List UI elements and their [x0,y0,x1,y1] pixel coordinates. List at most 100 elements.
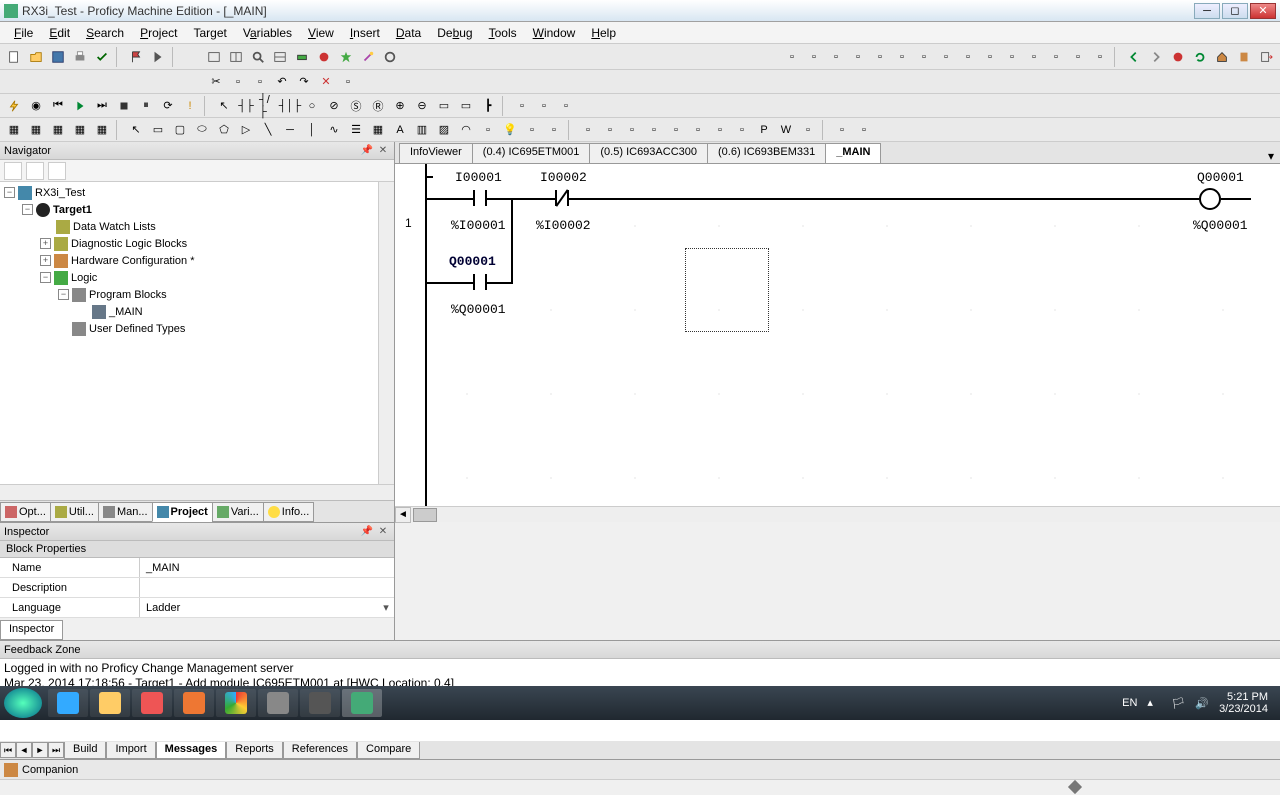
nav-15-icon[interactable]: ▫ [1090,47,1110,67]
table-icon[interactable]: ▦ [368,120,388,140]
task-chrome[interactable] [216,689,256,717]
menu-debug[interactable]: Debug [429,24,480,42]
task-ie[interactable] [48,689,88,717]
coil-q1[interactable] [1199,188,1221,210]
ld-tool1-icon[interactable]: ▫ [512,96,532,116]
nav-6-icon[interactable]: ▫ [892,47,912,67]
companion-bar[interactable]: Companion [0,759,1280,779]
tab-acc300[interactable]: (0.5) IC693ACC300 [589,143,708,163]
cell-selection[interactable] [685,248,769,332]
flag-icon[interactable] [126,47,146,67]
contact-no-q1[interactable] [473,274,487,290]
align8-icon[interactable]: ▫ [732,120,752,140]
tray-lang[interactable]: EN [1122,697,1137,709]
tree-programblocks[interactable]: Program Blocks [89,289,167,301]
task-proficy[interactable] [342,689,382,717]
menu-project[interactable]: Project [132,24,185,42]
hscroll-thumb[interactable] [413,508,437,522]
lightning-icon[interactable] [4,96,24,116]
hline-icon[interactable]: ─ [280,120,300,140]
tray-chevron-icon[interactable]: ▴ [1147,696,1161,710]
fb-prev-icon[interactable]: ◄ [16,742,32,758]
save-icon[interactable] [48,47,68,67]
task-app3[interactable] [300,689,340,717]
system-tray[interactable]: EN ▴ 🏳 🔊 5:21 PM 3/23/2014 [1122,691,1276,715]
contact-nc-icon[interactable]: ┤/├ [258,96,278,116]
menu-target[interactable]: Target [185,24,234,42]
align1-icon[interactable]: ▫ [578,120,598,140]
tab-bem331[interactable]: (0.6) IC693BEM331 [707,143,826,163]
ellipse-icon[interactable]: ⬭ [192,120,212,140]
arc-icon[interactable]: ◠ [456,120,476,140]
roundrect-icon[interactable]: ▢ [170,120,190,140]
bulb-icon[interactable]: 💡 [500,120,520,140]
menu-variables[interactable]: Variables [235,24,300,42]
tree-project[interactable]: RX3i_Test [35,187,85,199]
ladder-editor[interactable]: 1 I00001 I00002 Q00001 %I00001 %I00002 %… [395,164,1280,506]
align3-icon[interactable]: ▫ [622,120,642,140]
exit-icon[interactable] [1256,47,1276,67]
play-icon[interactable] [70,96,90,116]
navtab-variables[interactable]: Vari... [212,502,264,522]
reload-icon[interactable]: ⟳ [158,96,178,116]
nav-11-icon[interactable]: ▫ [1002,47,1022,67]
misc2-icon[interactable]: ▫ [854,120,874,140]
nav-view1-icon[interactable] [4,162,22,180]
nav-4-icon[interactable]: ▫ [848,47,868,67]
tree-main[interactable]: _MAIN [109,306,143,318]
menu-search[interactable]: Search [78,24,132,42]
prop-name-val[interactable]: _MAIN [140,562,394,574]
tray-clock[interactable]: 5:21 PM 3/23/2014 [1219,691,1268,715]
gear-icon[interactable] [380,47,400,67]
polygon-icon[interactable]: ⬠ [214,120,234,140]
back-icon[interactable] [1124,47,1144,67]
fbtab-build[interactable]: Build [64,742,106,759]
print-icon[interactable] [70,47,90,67]
window3-icon[interactable] [270,47,290,67]
inspector-tab[interactable]: Inspector [0,620,63,640]
grid4-icon[interactable]: ▦ [70,120,90,140]
misc1-icon[interactable]: ▫ [832,120,852,140]
insp-close-icon[interactable]: ✕ [376,525,390,539]
tree-target[interactable]: Target1 [53,204,92,216]
menu-insert[interactable]: Insert [342,24,388,42]
contact-no-icon[interactable]: ┤├ [236,96,256,116]
select-icon[interactable]: ↖ [126,120,146,140]
line-icon[interactable]: ╲ [258,120,278,140]
step-fwd-icon[interactable]: ⏭ [92,96,112,116]
menu-data[interactable]: Data [388,24,429,42]
navtab-project[interactable]: Project [152,502,213,522]
wand-icon[interactable] [358,47,378,67]
align4-icon[interactable]: ▫ [644,120,664,140]
nav-close-icon[interactable]: ✕ [376,144,390,158]
editor-hscroll[interactable]: ◄ [395,506,1280,522]
refresh-icon[interactable] [1190,47,1210,67]
menu-file[interactable]: File [6,24,41,42]
nav-12-icon[interactable]: ▫ [1024,47,1044,67]
tree-hardware[interactable]: Hardware Configuration * [71,255,195,267]
nav-5-icon[interactable]: ▫ [870,47,890,67]
ld-tool3-icon[interactable]: ▫ [556,96,576,116]
nav-13-icon[interactable]: ▫ [1046,47,1066,67]
forward-icon[interactable] [1146,47,1166,67]
align9-icon[interactable]: ▫ [798,120,818,140]
taskbar[interactable]: EN ▴ 🏳 🔊 5:21 PM 3/23/2014 [0,686,1280,720]
delete-icon[interactable]: ✕ [316,72,336,92]
menu-view[interactable]: View [300,24,342,42]
fb-first-icon[interactable]: ⏮ [0,742,16,758]
navtab-info[interactable]: Info... [263,502,315,522]
letter-w-icon[interactable]: W [776,120,796,140]
contact-pos-icon[interactable]: ┤│├ [280,96,300,116]
coil-neg2-icon[interactable]: ⊖ [412,96,432,116]
align2-icon[interactable]: ▫ [600,120,620,140]
prop-lang-val[interactable]: Ladder▾ [140,601,394,614]
warn-icon[interactable]: ! [180,96,200,116]
contact-no-i1[interactable] [473,190,487,206]
fbtab-messages[interactable]: Messages [156,742,227,759]
insp-pin-icon[interactable]: 📌 [360,525,374,539]
navtab-options[interactable]: Opt... [0,502,51,522]
tab-main[interactable]: _MAIN [825,143,881,163]
text-icon[interactable]: A [390,120,410,140]
align5-icon[interactable]: ▫ [666,120,686,140]
close-button[interactable]: ✕ [1250,3,1276,19]
